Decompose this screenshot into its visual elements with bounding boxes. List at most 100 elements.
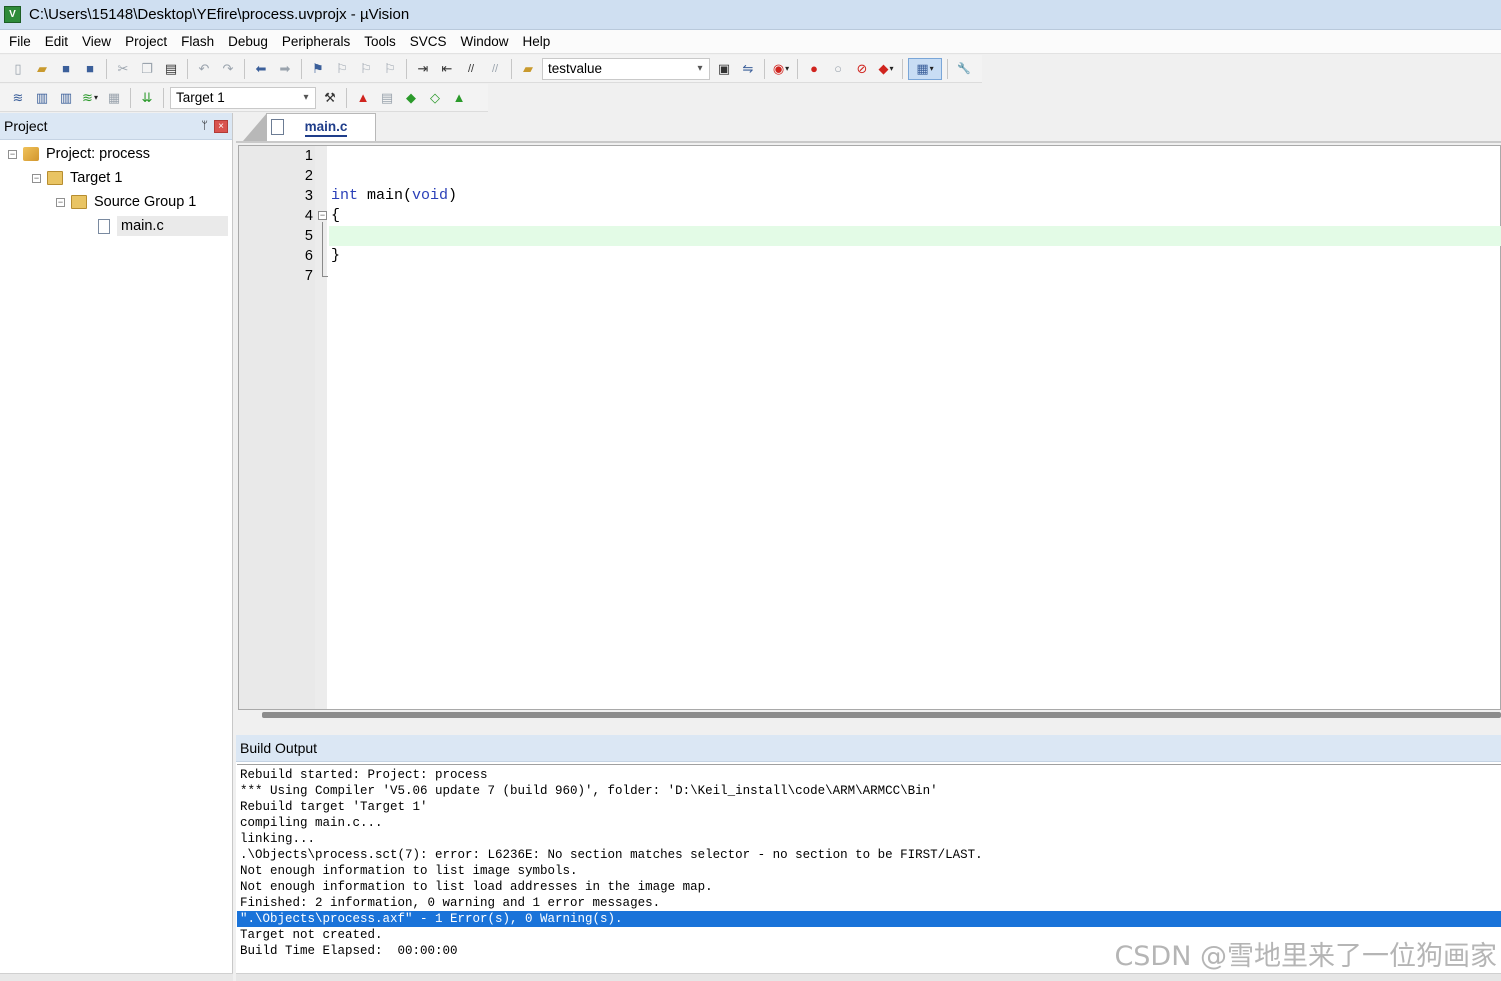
line-number: 1 [304,148,313,164]
menu-help[interactable]: Help [516,31,558,53]
menu-flash[interactable]: Flash [174,31,221,53]
menu-svcs[interactable]: SVCS [403,31,454,53]
collapse-icon[interactable]: − [8,149,17,159]
line-number: 5 [304,228,313,244]
software-packs-icon[interactable]: ▲ [448,87,470,109]
menu-edit[interactable]: Edit [38,31,75,53]
line-number: 7 [304,268,313,284]
tree-item-file[interactable]: main.c [0,214,232,238]
save-all-icon[interactable]: ■ [79,58,101,80]
uncomment-icon[interactable]: // [484,58,506,80]
breakpoint-all-icon[interactable]: ◆ ▾ [875,58,897,80]
stop-build-icon[interactable]: ▦ [103,87,125,109]
menu-window[interactable]: Window [453,31,515,53]
tab-main-c[interactable]: main.c [243,113,376,141]
editor-horizontal-scrollbar[interactable] [262,712,1501,718]
toolbar-separator [406,58,407,79]
output-line: *** Using Compiler 'V5.06 update 7 (buil… [240,784,938,798]
fold-toggle-icon[interactable]: − [318,211,327,220]
rebuild-icon[interactable]: ▥ [55,87,77,109]
editor-area: main.c 1 2 3 int main(void) 4 − { 5 6} … [236,113,1501,730]
output-line-selected[interactable]: ".\Objects\process.axf" - 1 Error(s), 0 … [237,911,1501,927]
indent-icon[interactable]: ⇥ [412,58,434,80]
comment-icon[interactable]: // [460,58,482,80]
output-line: compiling main.c... [240,816,383,830]
chevron-down-icon: ▾ [889,64,894,73]
manage-components-icon[interactable]: ▲ [352,87,374,109]
find-combo[interactable]: testvalue ▾ [542,57,710,80]
breakpoint-disable-icon[interactable]: ○ [827,58,849,80]
close-icon[interactable]: × [214,119,228,133]
output-line: .\Objects\process.sct(7): error: L6236E:… [240,848,983,862]
pin-icon[interactable]: ᛘ [201,120,208,132]
build-toolbar: ≋ ▥ ▥ ≋ ▾ ▦ ⇊ Target 1 ▾ ⚒ ▲ ▤ ◆ ◇ ▲ [0,84,488,112]
copy-icon[interactable]: ❐ [136,58,158,80]
toolbar-separator [346,87,347,108]
folder-icon [71,195,87,209]
chevron-down-icon: ▾ [929,64,934,73]
open-file-icon[interactable]: ▰ [31,58,53,80]
chevron-down-icon[interactable]: ▾ [299,92,313,103]
configure-wrench-icon[interactable]: 🔧 [953,58,975,80]
debug-session-icon[interactable]: ◉ ▾ [770,58,792,80]
project-panel-buttons: ᛘ × [201,119,228,133]
window-layout-glyph: ▦ [916,60,929,76]
menu-project[interactable]: Project [118,31,174,53]
file-icon [271,119,284,135]
code-token: main( [358,187,413,204]
tree-item-project[interactable]: − Project: process [0,142,232,166]
breakpoint-kill-icon[interactable]: ⊘ [851,58,873,80]
bookmark-prev-icon[interactable]: ⚐ [331,58,353,80]
translate-icon[interactable]: ≋ [7,87,29,109]
code-editor[interactable]: 1 2 3 int main(void) 4 − { 5 6 } 7 [238,145,1501,710]
build-icon[interactable]: ▥ [31,87,53,109]
collapse-icon[interactable]: − [56,197,65,207]
chevron-down-icon[interactable]: ▾ [693,63,707,74]
collapse-icon[interactable]: − [32,173,41,183]
menu-peripherals[interactable]: Peripherals [275,31,357,53]
code-line: 1 [239,146,1501,166]
undo-icon[interactable]: ↶ [193,58,215,80]
menu-debug[interactable]: Debug [221,31,275,53]
build-output-scrollbar[interactable] [236,973,1501,981]
menu-tools[interactable]: Tools [357,31,403,53]
save-icon[interactable]: ■ [55,58,77,80]
run-time-environment-icon[interactable]: ▤ [376,87,398,109]
batch-build-icon[interactable]: ≋ ▾ [79,87,101,109]
menu-view[interactable]: View [75,31,118,53]
tree-item-source-group[interactable]: − Source Group 1 [0,190,232,214]
project-panel: Project ᛘ × − Project: process − Target … [0,113,233,981]
keyword: void [412,187,449,204]
find-in-files-icon[interactable]: ▣ [713,58,735,80]
keyword: int [331,187,359,204]
toolbar-separator [106,58,107,79]
navigate-back-icon[interactable]: ⬅ [250,58,272,80]
bookmark-next-icon[interactable]: ⚐ [355,58,377,80]
menu-file[interactable]: File [0,31,38,53]
navigate-forward-icon[interactable]: ➡ [274,58,296,80]
target-options-icon[interactable]: ⚒ [319,87,341,109]
paste-icon[interactable]: ▤ [160,58,182,80]
breakpoint-insert-icon[interactable]: ● [803,58,825,80]
target-icon [47,171,63,185]
select-packs-icon[interactable]: ◇ [424,87,446,109]
target-combo[interactable]: Target 1 ▾ [170,86,316,109]
project-panel-scrollbar[interactable] [0,973,233,981]
tree-item-target[interactable]: − Target 1 [0,166,232,190]
menu-bar: File Edit View Project Flash Debug Perip… [0,30,1501,54]
breakpoint-all-glyph: ◆ [878,60,889,76]
unindent-icon[interactable]: ⇤ [436,58,458,80]
line-number: 6 [304,248,313,264]
toolbar-separator [947,58,948,79]
new-file-icon[interactable]: ▯ [7,58,29,80]
window-layout-icon[interactable]: ▦ ▾ [908,57,942,80]
pack-installer-icon[interactable]: ◆ [400,87,422,109]
window-title: C:\Users\15148\Desktop\YEfire\process.uv… [29,6,410,23]
bookmark-clear-icon[interactable]: ⚐ [379,58,401,80]
download-load-icon[interactable]: ⇊ [136,87,158,109]
cut-icon[interactable]: ✂ [112,58,134,80]
bookmark-icon[interactable]: ⚑ [307,58,329,80]
incremental-find-icon[interactable]: ⇋ [737,58,759,80]
toolbar-separator [902,58,903,79]
redo-icon[interactable]: ↷ [217,58,239,80]
